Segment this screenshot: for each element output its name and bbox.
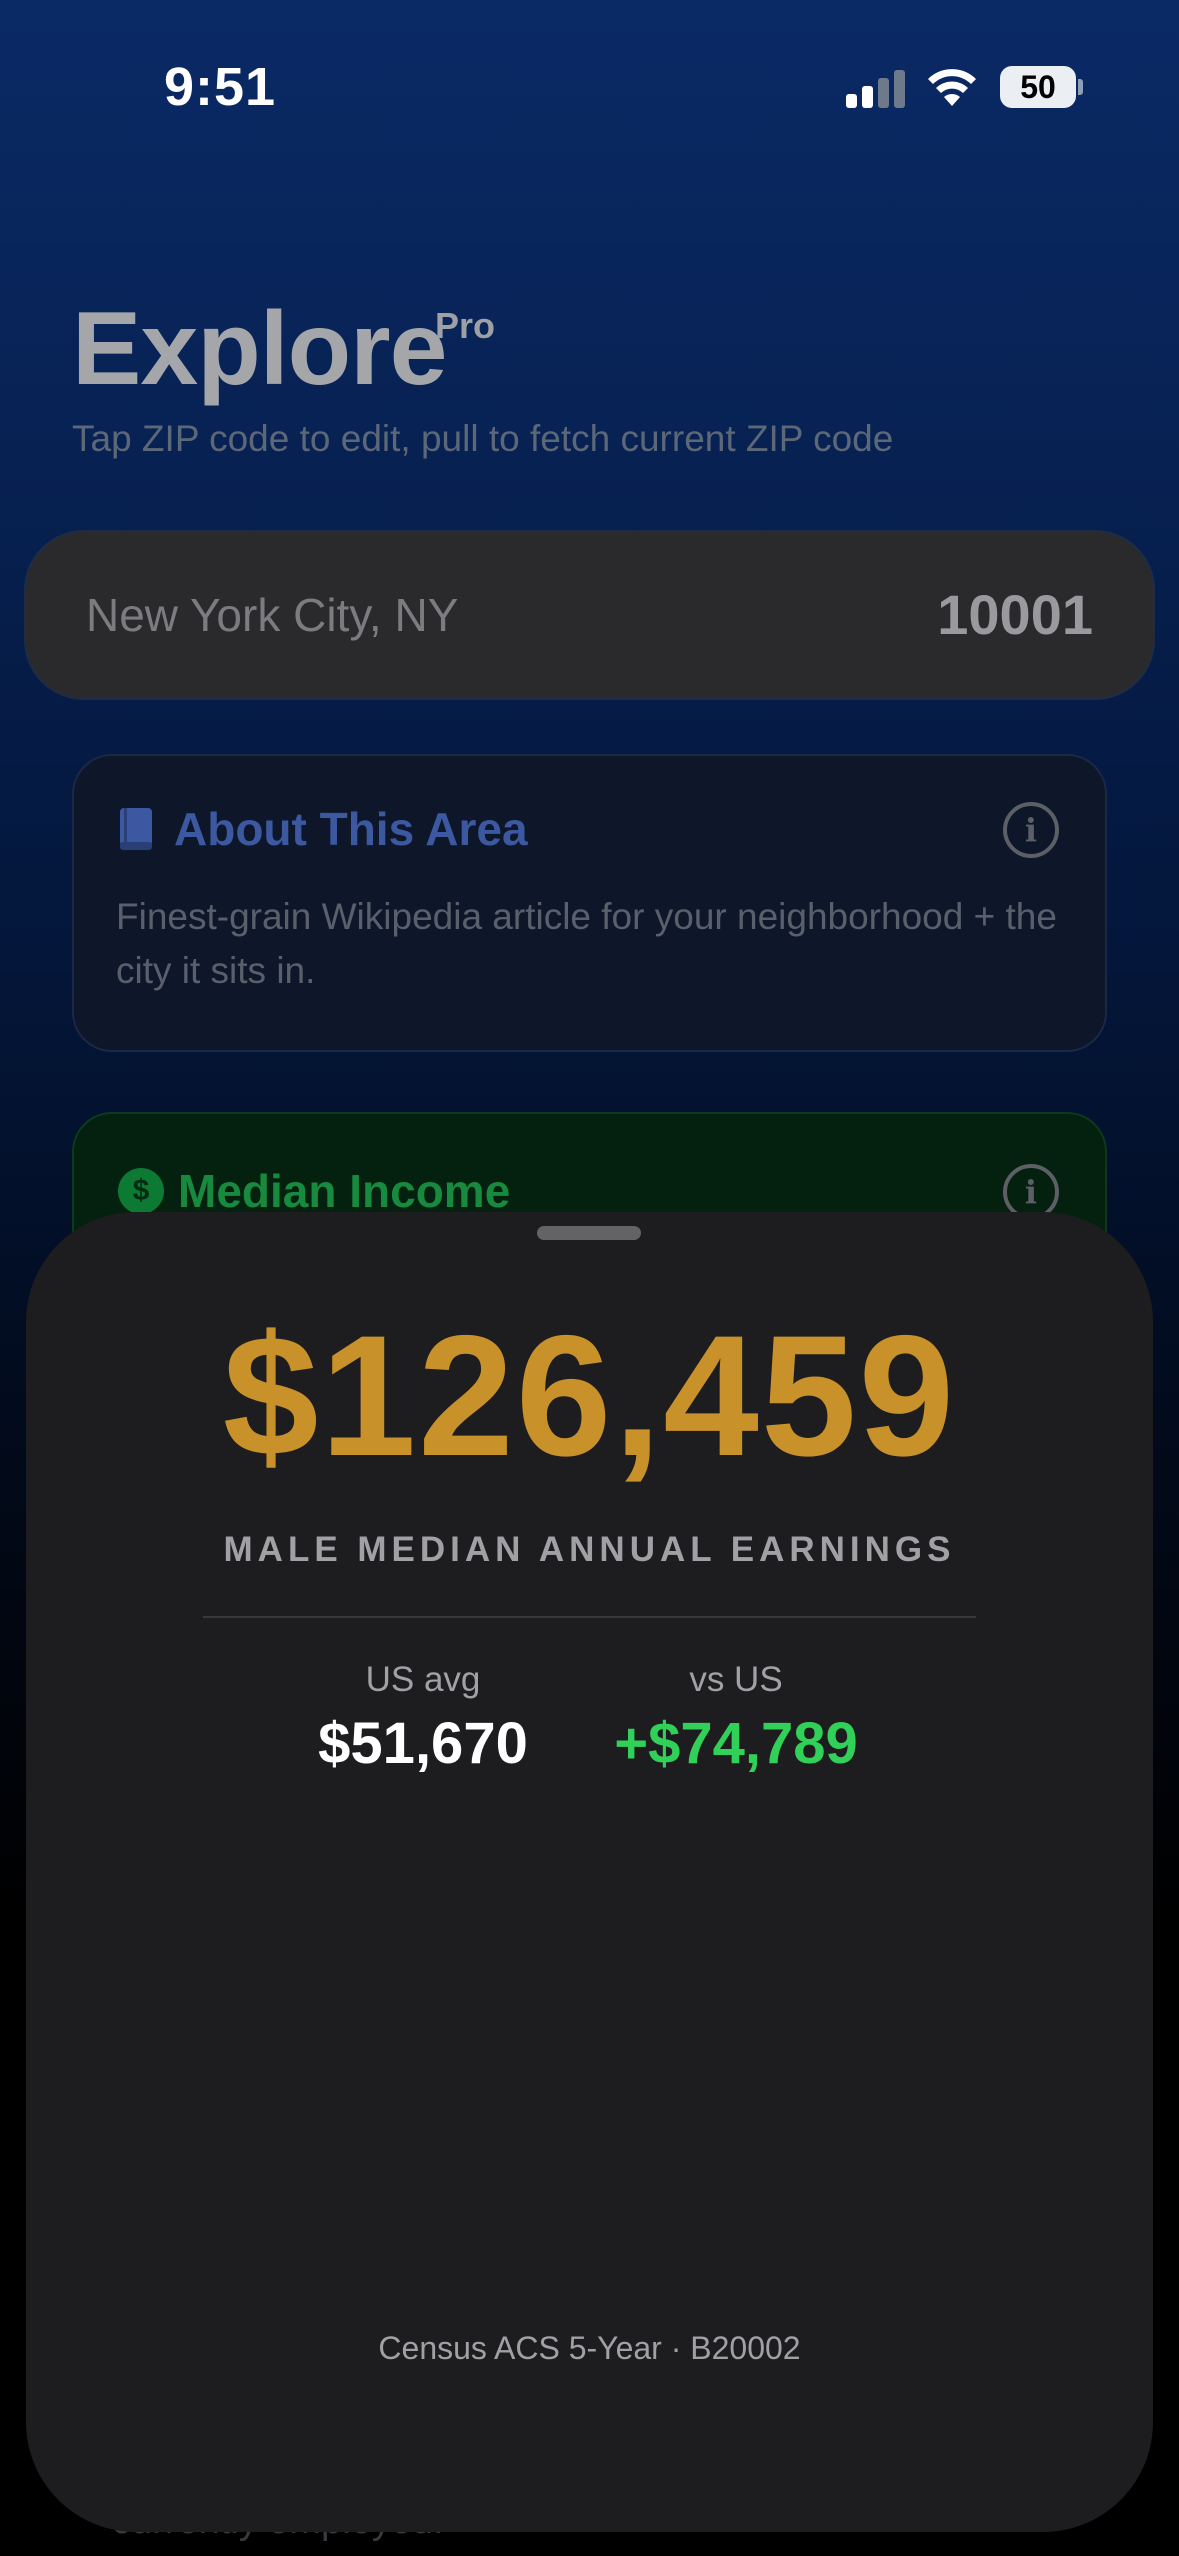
about-card-title: About This Area [174,803,528,855]
page-title: Explore [72,291,447,407]
dollar-icon: $ [118,1168,164,1214]
income-card-title: Median Income [178,1165,511,1217]
earnings-value: $126,459 [222,1300,957,1492]
about-area-card[interactable]: About This Area i Finest-grain Wikipedia… [72,754,1107,1052]
pro-badge: Pro [435,305,496,346]
info-icon[interactable]: i [1003,802,1059,858]
vs-us-stat: vs US +$74,789 [586,1660,886,1777]
data-source: Census ACS 5-Year · B20002 [378,2330,801,2366]
sheet-grabber[interactable] [537,1226,641,1240]
us-average-label: US avg [365,1660,481,1699]
metric-label: MALE MEDIAN ANNUAL EARNINGS [223,1530,956,1569]
battery-icon: 50 [1000,66,1076,108]
battery-cap [1078,79,1083,95]
page-subtitle: Tap ZIP code to edit, pull to fetch curr… [72,418,894,459]
book-icon [120,808,152,850]
wifi-icon [928,69,976,106]
us-average-stat: US avg $51,670 [273,1660,573,1777]
about-card-description: Finest-grain Wikipedia article for your … [116,896,1057,991]
vs-us-value: +$74,789 [614,1711,858,1776]
zip-code-input[interactable]: 10001 [937,582,1093,647]
detail-sheet[interactable]: $126,459 MALE MEDIAN ANNUAL EARNINGS US … [26,1212,1153,2532]
divider [203,1616,976,1618]
zip-code-bar[interactable]: New York City, NY 10001 [24,530,1155,700]
status-time: 9:51 [164,57,277,117]
cellular-signal-icon [846,70,906,108]
vs-us-label: vs US [689,1660,783,1699]
us-average-value: $51,670 [318,1711,528,1776]
city-label: New York City, NY [86,589,459,641]
